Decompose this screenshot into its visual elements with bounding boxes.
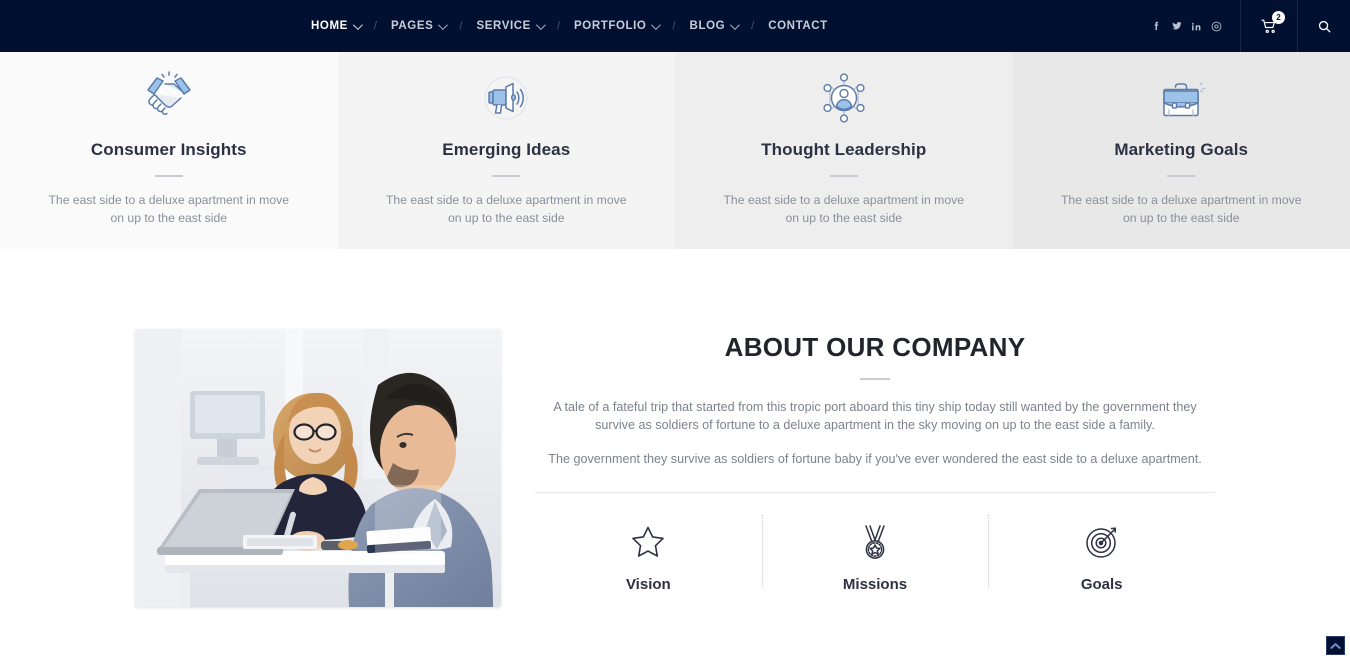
feature-divider	[154, 175, 183, 177]
feature-description: The east side to a deluxe apartment in m…	[723, 193, 964, 225]
nav-item-service[interactable]: SERVICE	[476, 16, 546, 36]
nav-separator: /	[751, 20, 755, 32]
feature-card-emerging-ideas[interactable]: Emerging Ideas The east side to a deluxe…	[337, 52, 675, 249]
feature-card-thought-leadership[interactable]: Thought Leadership The east side to a de…	[675, 52, 1013, 249]
star-icon	[628, 519, 668, 565]
about-title-divider	[860, 378, 890, 380]
nav-item-pages-label: PAGES	[390, 20, 434, 32]
pillar-missions[interactable]: Missions	[761, 513, 989, 605]
pinterest-icon[interactable]	[1206, 15, 1226, 37]
nav-item-contact[interactable]: CONTACT	[768, 16, 828, 36]
feature-divider	[492, 175, 521, 177]
network-person-icon	[813, 67, 875, 129]
about-section: ABOUT OUR COMPANY A tale of a fateful tr…	[0, 249, 1350, 607]
pillar-goals[interactable]: Goals	[988, 513, 1215, 605]
about-content: ABOUT OUR COMPANY A tale of a fateful tr…	[535, 329, 1215, 605]
about-paragraph-2: The government they survive as soldiers …	[548, 452, 1202, 467]
nav-item-home[interactable]: HOME	[311, 16, 363, 36]
nav-item-contact-label: CONTACT	[768, 20, 828, 32]
facebook-icon[interactable]	[1146, 15, 1166, 37]
pillar-label: Vision	[625, 575, 671, 593]
search-icon	[1318, 20, 1330, 32]
about-title: ABOUT OUR COMPANY	[724, 332, 1026, 362]
briefcase-icon	[1150, 67, 1212, 129]
main-menu: HOME / PAGES / SERVICE / PORTFOLIO / BLO…	[311, 16, 828, 36]
cart-button[interactable]: 2	[1241, 0, 1297, 52]
about-paragraph-1: A tale of a fateful trip that started fr…	[553, 400, 1197, 432]
pillar-vision[interactable]: Vision	[535, 513, 762, 605]
medal-icon	[855, 519, 895, 565]
feature-card-marketing-goals[interactable]: Marketing Goals The east side to a delux…	[1012, 52, 1350, 249]
search-button[interactable]	[1298, 0, 1350, 52]
linkedin-icon[interactable]	[1186, 15, 1206, 37]
pillars-row: Vision Missions Goals	[535, 513, 1215, 605]
scroll-to-top-button[interactable]	[1326, 636, 1345, 655]
nav-item-blog-label: BLOG	[689, 20, 726, 32]
nav-separator: /	[459, 20, 463, 32]
office-meeting-photo	[135, 329, 501, 607]
nav-item-portfolio-label: PORTFOLIO	[574, 20, 647, 32]
handshake-icon	[138, 67, 200, 129]
feature-description: The east side to a deluxe apartment in m…	[1060, 193, 1302, 225]
about-photo	[135, 329, 501, 607]
feature-description: The east side to a deluxe apartment in m…	[48, 193, 289, 225]
social-links	[1146, 15, 1240, 37]
feature-cards-row: Consumer Insights The east side to a del…	[0, 52, 1350, 249]
nav-item-pages[interactable]: PAGES	[390, 16, 449, 36]
megaphone-icon	[475, 67, 537, 129]
target-icon	[1082, 519, 1122, 565]
top-navigation-bar: HOME / PAGES / SERVICE / PORTFOLIO / BLO…	[0, 0, 1350, 52]
feature-title: Thought Leadership	[761, 140, 927, 159]
feature-title: Emerging Ideas	[442, 140, 571, 159]
pillar-label: Missions	[842, 575, 908, 593]
feature-description: The east side to a deluxe apartment in m…	[385, 193, 627, 225]
twitter-icon[interactable]	[1166, 15, 1186, 37]
nav-item-blog[interactable]: BLOG	[689, 16, 741, 36]
feature-card-consumer-insights[interactable]: Consumer Insights The east side to a del…	[0, 52, 338, 249]
navbar-right-group: 2	[1146, 0, 1350, 52]
pillar-label: Goals	[1080, 575, 1123, 593]
nav-separator: /	[556, 20, 560, 32]
feature-divider	[829, 175, 858, 177]
about-separator	[535, 491, 1215, 493]
nav-item-portfolio[interactable]: PORTFOLIO	[574, 16, 662, 36]
nav-item-service-label: SERVICE	[476, 20, 531, 32]
nav-item-home-label: HOME	[311, 20, 348, 32]
nav-separator: /	[373, 20, 377, 32]
feature-title: Marketing Goals	[1114, 140, 1249, 159]
feature-divider	[1167, 175, 1196, 177]
feature-title: Consumer Insights	[90, 140, 247, 159]
chevron-up-icon	[1330, 642, 1341, 649]
cart-badge-count: 2	[1272, 11, 1285, 24]
nav-separator: /	[672, 20, 676, 32]
